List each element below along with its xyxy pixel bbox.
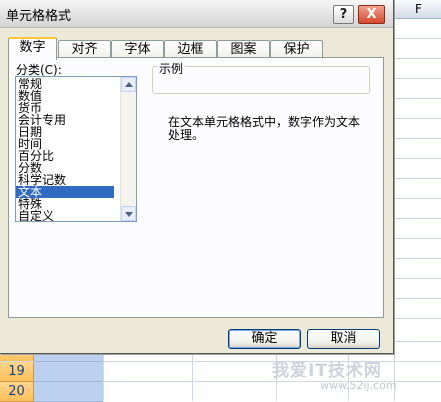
scroll-up-button[interactable] <box>121 77 136 92</box>
arrow-down-icon <box>125 212 133 217</box>
watermark-text: 我爱IT技术网 <box>272 361 382 381</box>
row-header-19[interactable]: 19 <box>0 362 34 382</box>
column-header-f[interactable]: F <box>394 0 441 19</box>
help-button[interactable]: ? <box>333 5 354 24</box>
dialog-titlebar[interactable]: 单元格格式 ? X <box>0 0 393 28</box>
arrow-up-icon <box>125 82 133 87</box>
listbox-scrollbar[interactable] <box>120 77 136 221</box>
cancel-button[interactable]: 取消 <box>307 329 380 349</box>
selected-cell[interactable] <box>34 362 103 382</box>
close-button[interactable]: X <box>358 5 385 24</box>
category-item-custom[interactable]: 自定义 <box>16 210 114 221</box>
tab-alignment[interactable]: 对齐 <box>58 40 111 58</box>
format-description: 在文本单元格格式中，数字作为文本处理。 <box>168 115 361 142</box>
tab-border[interactable]: 边框 <box>164 40 217 58</box>
dialog-title: 单元格格式 <box>6 9 72 24</box>
site-watermark: 我爱IT技术网 www.52ij.com <box>248 356 418 396</box>
tab-font[interactable]: 字体 <box>111 40 164 58</box>
category-listbox[interactable]: 常规 数值 货币 会计专用 日期 时间 百分比 分数 科学记数 文本 特殊 自定… <box>15 76 137 222</box>
tab-patterns[interactable]: 图案 <box>217 40 270 58</box>
number-tab-panel: 分类(C): 常规 数值 货币 会计专用 日期 时间 百分比 分数 科学记数 文… <box>8 57 384 318</box>
row-header-20[interactable]: 20 <box>0 382 34 402</box>
sample-label: 示例 <box>157 60 186 77</box>
format-cells-dialog: 单元格格式 ? X 数字 对齐 字体 边框 图案 保护 分类(C): 常规 数值… <box>0 0 394 354</box>
selected-cell[interactable] <box>34 382 103 402</box>
tab-protection[interactable]: 保护 <box>270 40 323 58</box>
scroll-down-button[interactable] <box>121 206 136 221</box>
ok-button[interactable]: 确定 <box>228 329 301 349</box>
tab-number[interactable]: 数字 <box>8 37 57 60</box>
watermark-url: www.52ij.com <box>320 379 397 392</box>
selected-cell[interactable] <box>34 353 103 362</box>
